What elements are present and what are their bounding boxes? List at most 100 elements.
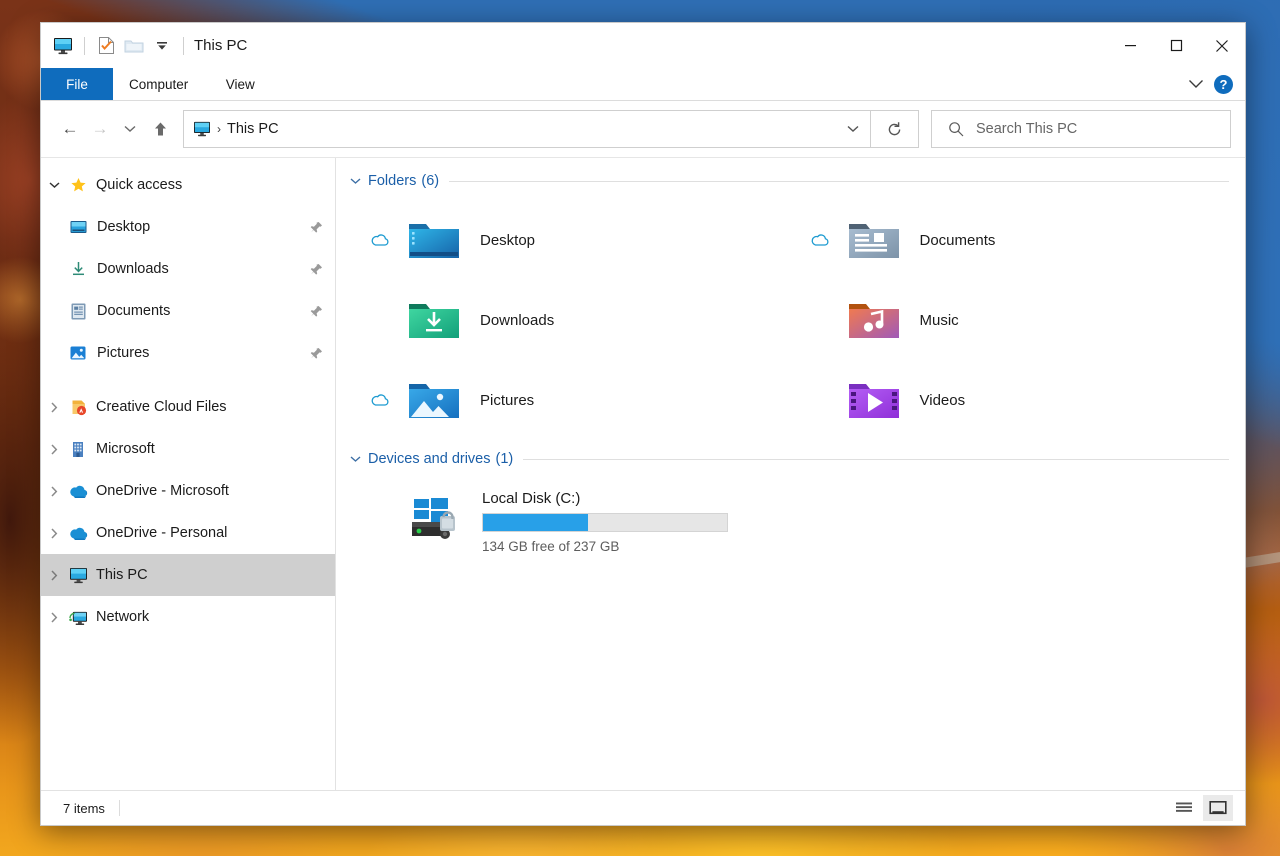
downloads-icon xyxy=(67,261,89,277)
sidebar-item-onedrive-microsoft[interactable]: OneDrive - Microsoft xyxy=(41,470,335,512)
drive-label: Local Disk (C:) xyxy=(482,490,581,507)
toolbar-divider-1 xyxy=(84,36,85,55)
chevron-down-icon[interactable] xyxy=(1188,79,1204,89)
folder-item-downloads[interactable]: Downloads xyxy=(350,280,790,360)
address-bar[interactable]: › This PC xyxy=(183,110,871,148)
pictures-folder-icon xyxy=(406,378,462,422)
group-title: Folders xyxy=(368,173,417,189)
sidebar-label: This PC xyxy=(96,567,148,583)
documents-icon xyxy=(67,303,89,320)
toolbar-divider-2 xyxy=(183,36,184,55)
file-list-pane[interactable]: Folders (6) Desktop Documents Downloads … xyxy=(336,158,1245,790)
sidebar-item-microsoft[interactable]: Microsoft xyxy=(41,428,335,470)
customize-dropdown-icon[interactable] xyxy=(148,32,176,60)
folder-item-music[interactable]: Music xyxy=(790,280,1230,360)
folder-label: Documents xyxy=(919,231,996,249)
onedrive-icon xyxy=(67,484,89,498)
pin-icon[interactable] xyxy=(310,305,323,318)
creative-cloud-icon xyxy=(67,399,89,416)
sidebar-item-desktop[interactable]: Desktop xyxy=(41,206,335,248)
sidebar-item-documents[interactable]: Documents xyxy=(41,290,335,332)
sidebar-item-network[interactable]: Network xyxy=(41,596,335,638)
sidebar-item-downloads[interactable]: Downloads xyxy=(41,248,335,290)
folder-label: Videos xyxy=(919,391,966,409)
cloud-status-icon xyxy=(354,393,406,407)
star-icon xyxy=(67,177,89,194)
downloads-folder-icon xyxy=(406,298,462,342)
ribbon-spacer xyxy=(276,68,1188,100)
building-icon xyxy=(67,441,89,458)
chevron-right-icon[interactable] xyxy=(41,527,67,539)
folder-item-videos[interactable]: Videos xyxy=(790,360,1230,440)
sidebar-label: Pictures xyxy=(97,345,150,361)
tab-view[interactable]: View xyxy=(204,68,276,100)
chevron-down-icon[interactable] xyxy=(350,455,368,463)
address-dropdown-icon[interactable] xyxy=(836,111,870,147)
chevron-down-icon[interactable] xyxy=(41,181,67,189)
ribbon-tab-bar: File Computer View ? xyxy=(41,68,1245,101)
close-button[interactable] xyxy=(1199,23,1245,68)
sidebar-item-this-pc[interactable]: This PC xyxy=(41,554,335,596)
new-folder-icon[interactable] xyxy=(120,32,148,60)
sidebar-item-quick-access[interactable]: Quick access xyxy=(41,164,335,206)
group-divider xyxy=(449,180,1229,182)
breadcrumb-this-pc-icon[interactable] xyxy=(193,121,211,137)
maximize-button[interactable] xyxy=(1153,23,1199,68)
minimize-button[interactable] xyxy=(1107,23,1153,68)
chevron-right-icon[interactable] xyxy=(41,611,67,623)
desktop-folder-icon xyxy=(406,218,462,262)
up-button[interactable] xyxy=(145,114,175,144)
group-divider xyxy=(523,458,1229,460)
sidebar-label: Quick access xyxy=(96,177,183,193)
pin-icon[interactable] xyxy=(310,221,323,234)
sidebar-gap-1 xyxy=(41,374,335,386)
forward-button[interactable]: → xyxy=(85,114,115,144)
pin-icon[interactable] xyxy=(310,263,323,276)
documents-folder-icon xyxy=(846,218,902,262)
properties-icon[interactable] xyxy=(92,32,120,60)
tab-computer[interactable]: Computer xyxy=(113,68,204,100)
chevron-right-icon[interactable] xyxy=(41,401,67,413)
drive-tiles: Local Disk (C:) 134 GB free of 237 GB xyxy=(350,478,1229,560)
drive-capacity-bar xyxy=(482,513,728,532)
tab-file[interactable]: File xyxy=(41,68,113,100)
breadcrumb-current[interactable]: This PC xyxy=(227,121,279,137)
music-folder-icon xyxy=(846,298,902,342)
sidebar-label: Desktop xyxy=(97,219,151,235)
sidebar-label: Downloads xyxy=(97,261,169,277)
chevron-right-icon[interactable] xyxy=(41,443,67,455)
group-header-devices[interactable]: Devices and drives (1) xyxy=(350,446,1229,472)
window-controls xyxy=(1107,23,1245,68)
pin-icon[interactable] xyxy=(310,347,323,360)
breadcrumb-separator[interactable]: › xyxy=(217,122,221,136)
large-icons-view-icon[interactable] xyxy=(1203,795,1233,821)
folder-tiles: Desktop Documents Downloads Music Pictur… xyxy=(350,200,1229,440)
file-explorer-window: This PC File Computer View ? ← → › This … xyxy=(40,22,1246,826)
sidebar-label: OneDrive - Personal xyxy=(96,525,228,541)
sidebar-item-creative-cloud-files[interactable]: Creative Cloud Files xyxy=(41,386,335,428)
chevron-down-icon[interactable] xyxy=(350,177,368,185)
folder-item-desktop[interactable]: Desktop xyxy=(350,200,790,280)
drive-capacity-text: 134 GB free of 237 GB xyxy=(482,539,620,554)
search-box[interactable]: Search This PC xyxy=(931,110,1231,148)
folder-item-pictures[interactable]: Pictures xyxy=(350,360,790,440)
back-button[interactable]: ← xyxy=(55,114,85,144)
chevron-right-icon[interactable] xyxy=(41,485,67,497)
search-input[interactable]: Search This PC xyxy=(976,121,1077,137)
sidebar-item-onedrive-personal[interactable]: OneDrive - Personal xyxy=(41,512,335,554)
recent-locations-button[interactable] xyxy=(115,114,145,144)
videos-folder-icon xyxy=(846,378,902,422)
group-count: (1) xyxy=(495,451,514,467)
sidebar-item-pictures[interactable]: Pictures xyxy=(41,332,335,374)
details-view-icon[interactable] xyxy=(1169,795,1199,821)
sidebar-label: Network xyxy=(96,609,150,625)
help-icon[interactable]: ? xyxy=(1214,74,1233,94)
this-pc-icon[interactable] xyxy=(49,32,77,60)
chevron-right-icon[interactable] xyxy=(41,569,67,581)
folder-label: Desktop xyxy=(480,231,536,249)
drive-item-local-disk-c[interactable]: Local Disk (C:) 134 GB free of 237 GB xyxy=(350,482,790,560)
refresh-button[interactable] xyxy=(871,110,919,148)
group-header-folders[interactable]: Folders (6) xyxy=(350,168,1229,194)
folder-item-documents[interactable]: Documents xyxy=(790,200,1230,280)
network-icon xyxy=(67,609,89,626)
